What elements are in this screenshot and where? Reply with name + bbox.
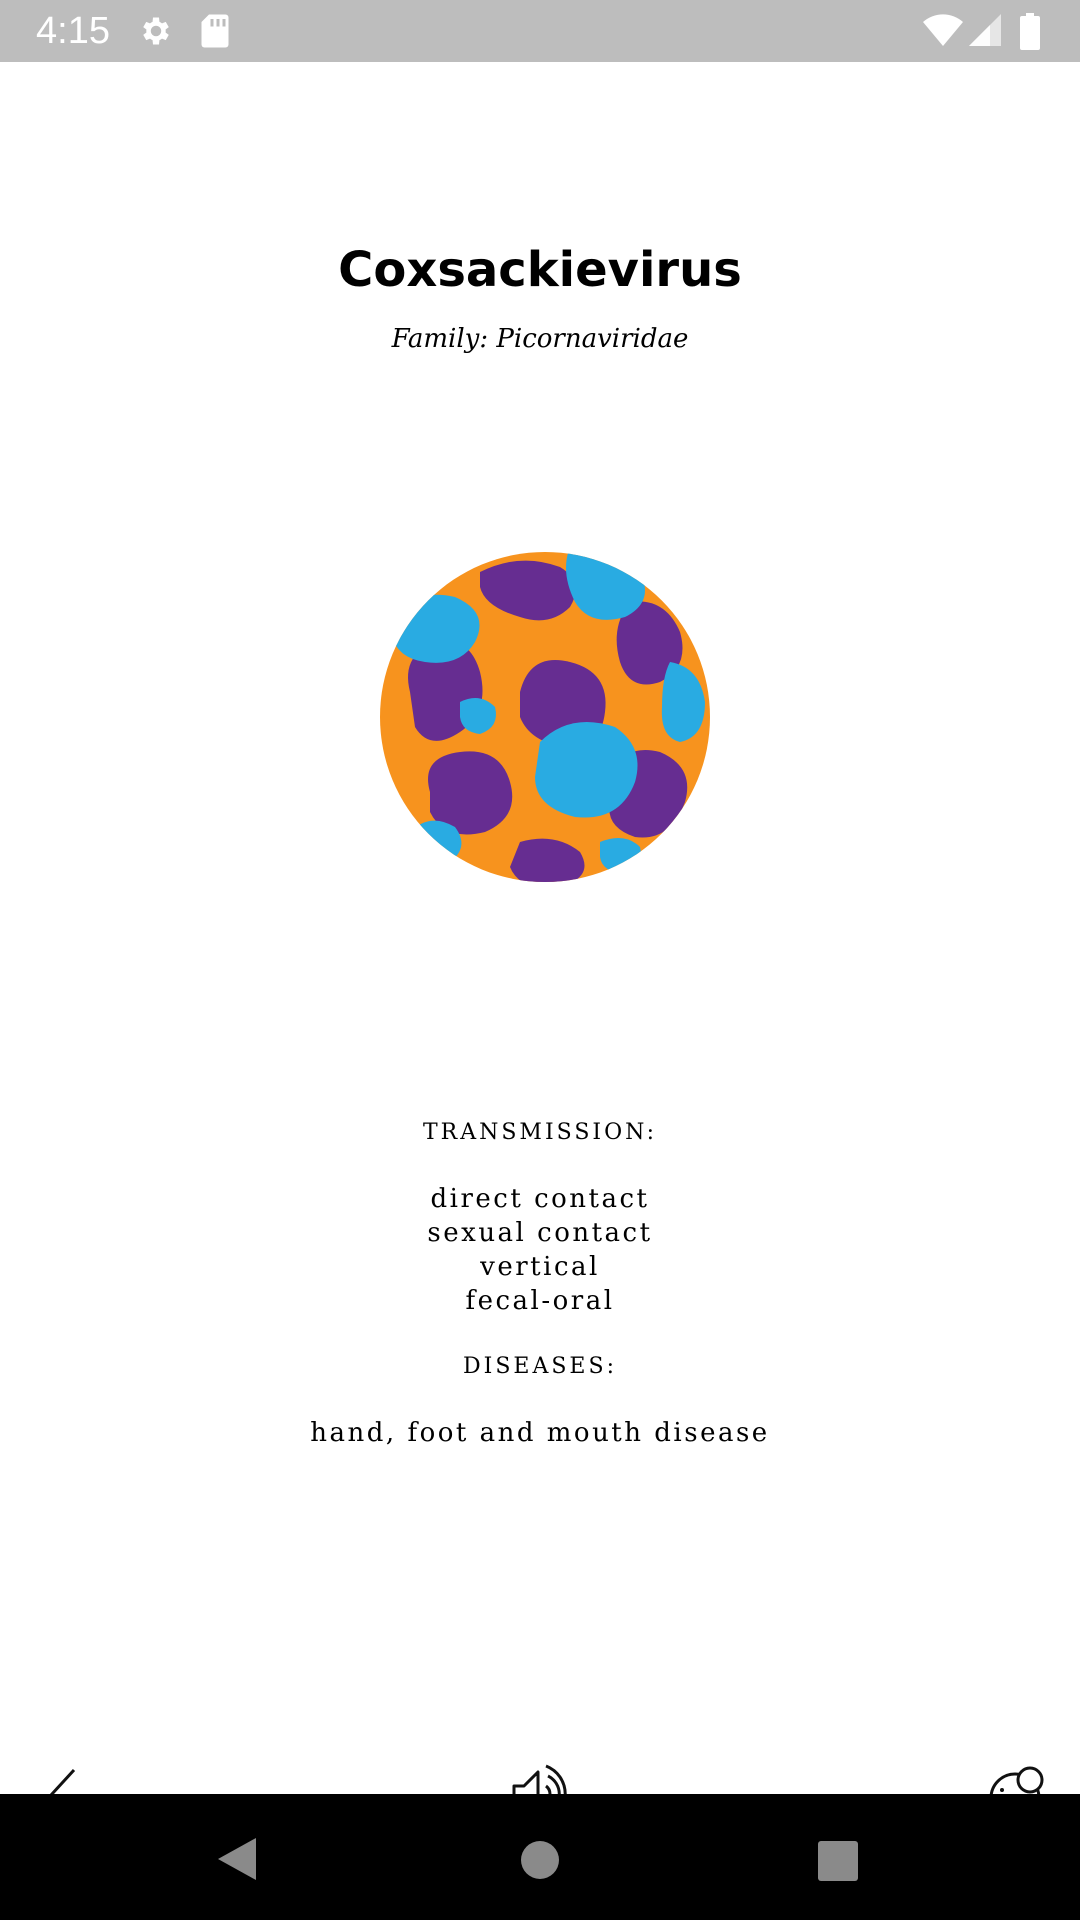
family-subtitle: Family: Picornaviridae (391, 324, 689, 354)
battery-icon (1020, 13, 1040, 50)
diseases-heading: DISEASES: (463, 1354, 617, 1379)
page-title: Coxsackievirus (338, 242, 742, 298)
wifi-icon (923, 14, 963, 47)
transmission-item: direct contact (430, 1184, 650, 1214)
system-nav-bar (0, 1794, 1080, 1920)
home-circle-icon[interactable] (520, 1840, 560, 1880)
recents-square-icon[interactable] (817, 1840, 859, 1882)
transmission-item: sexual contact (427, 1218, 653, 1248)
settings-icon (143, 17, 169, 45)
transmission-item: fecal-oral (465, 1286, 615, 1316)
virus-capsid-illustration (380, 552, 710, 882)
disease-item: hand, foot and mouth disease (310, 1418, 770, 1448)
back-triangle-icon[interactable] (216, 1836, 258, 1882)
transmission-item: vertical (480, 1252, 600, 1282)
status-bar: 4:15 (0, 0, 1080, 62)
sd-card-icon (201, 14, 229, 48)
virus-detail-page: Coxsackievirus Family: Picornaviridae TR… (0, 62, 1080, 1824)
virus-info: TRANSMISSION: direct contact sexual cont… (0, 1116, 1080, 1450)
transmission-heading: TRANSMISSION: (422, 1120, 658, 1145)
status-time: 4:15 (36, 10, 110, 52)
cell-signal-icon (969, 14, 1001, 46)
